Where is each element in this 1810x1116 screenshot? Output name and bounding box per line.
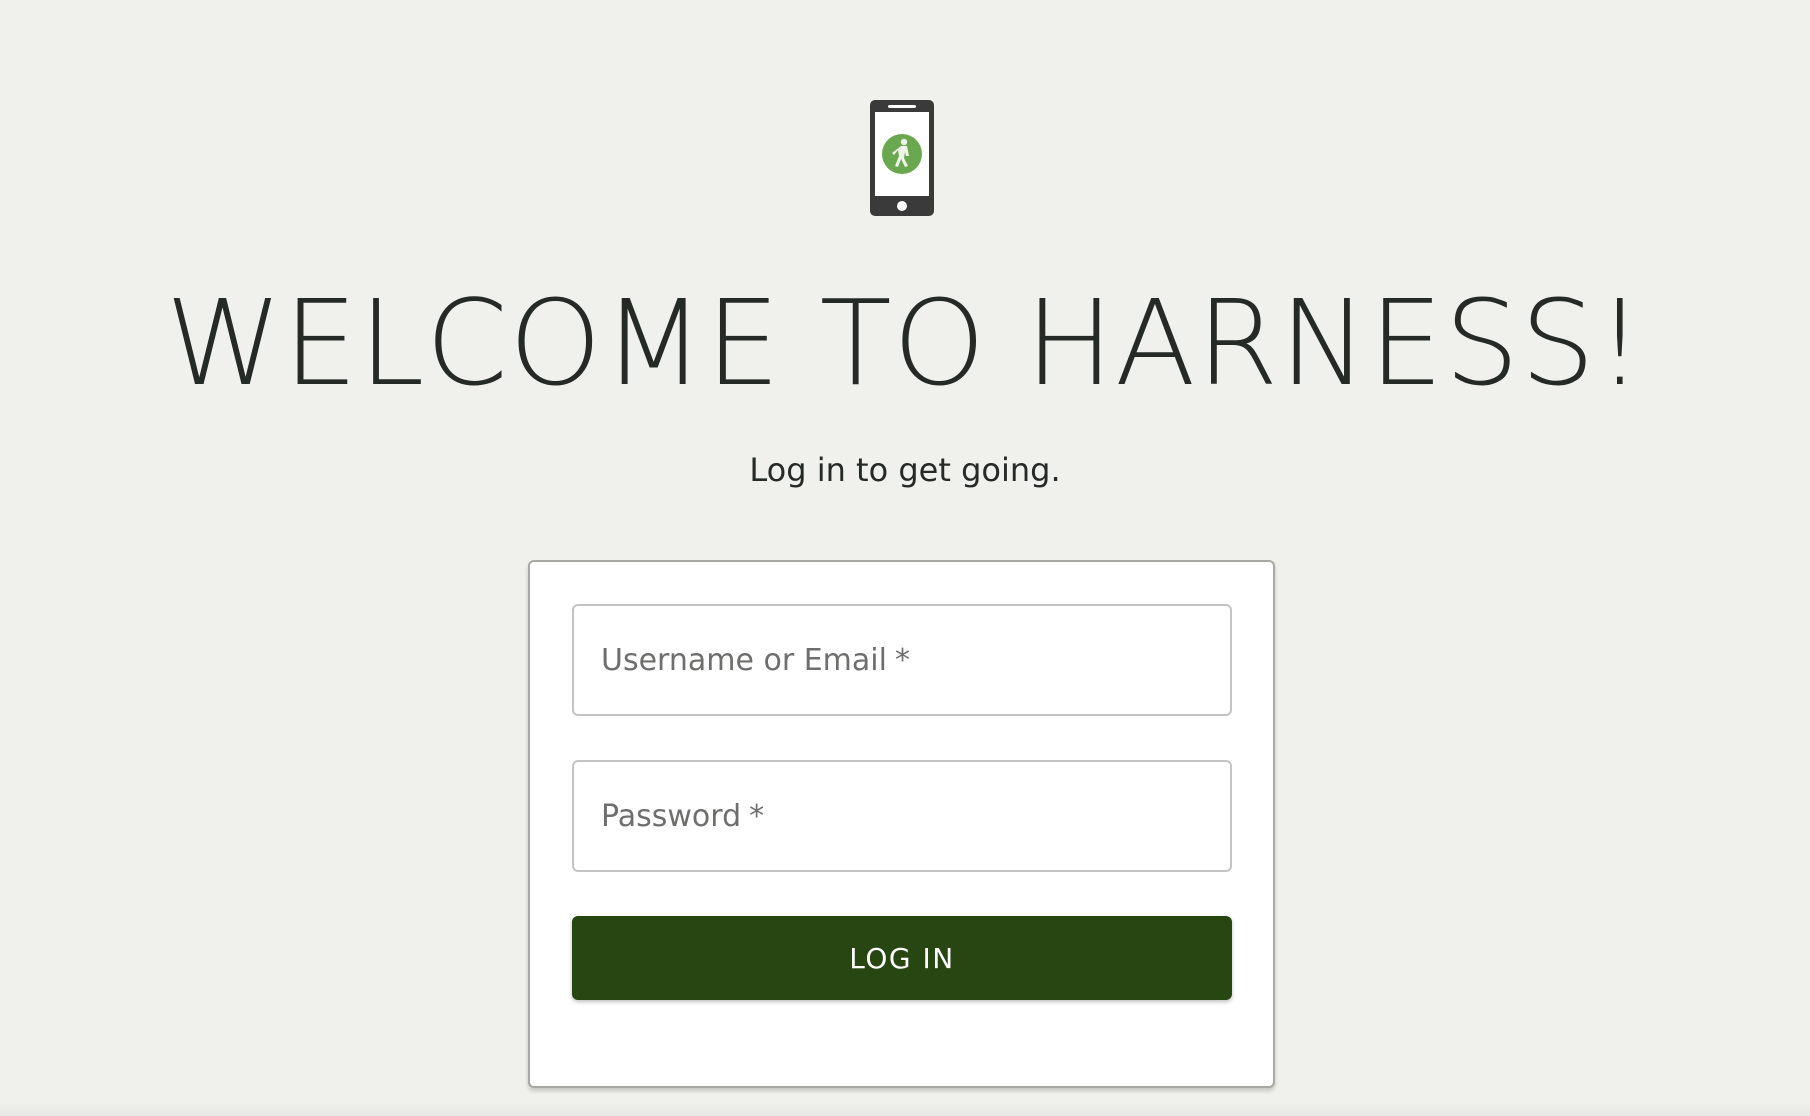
login-button[interactable]: LOG IN [572, 916, 1232, 1000]
password-input[interactable] [574, 762, 1230, 870]
username-field[interactable]: Username or Email * [572, 604, 1232, 716]
username-input[interactable] [574, 606, 1230, 714]
page-title: WELCOME TO HARNESS! [165, 274, 1645, 412]
harness-logo [868, 98, 936, 218]
page-subtitle: Log in to get going. [749, 451, 1061, 489]
phone-with-worker-icon [870, 100, 934, 216]
bottom-shade [0, 1102, 1810, 1116]
password-field[interactable]: Password * [572, 760, 1232, 872]
login-card: Username or Email * Password * LOG IN [528, 560, 1275, 1088]
